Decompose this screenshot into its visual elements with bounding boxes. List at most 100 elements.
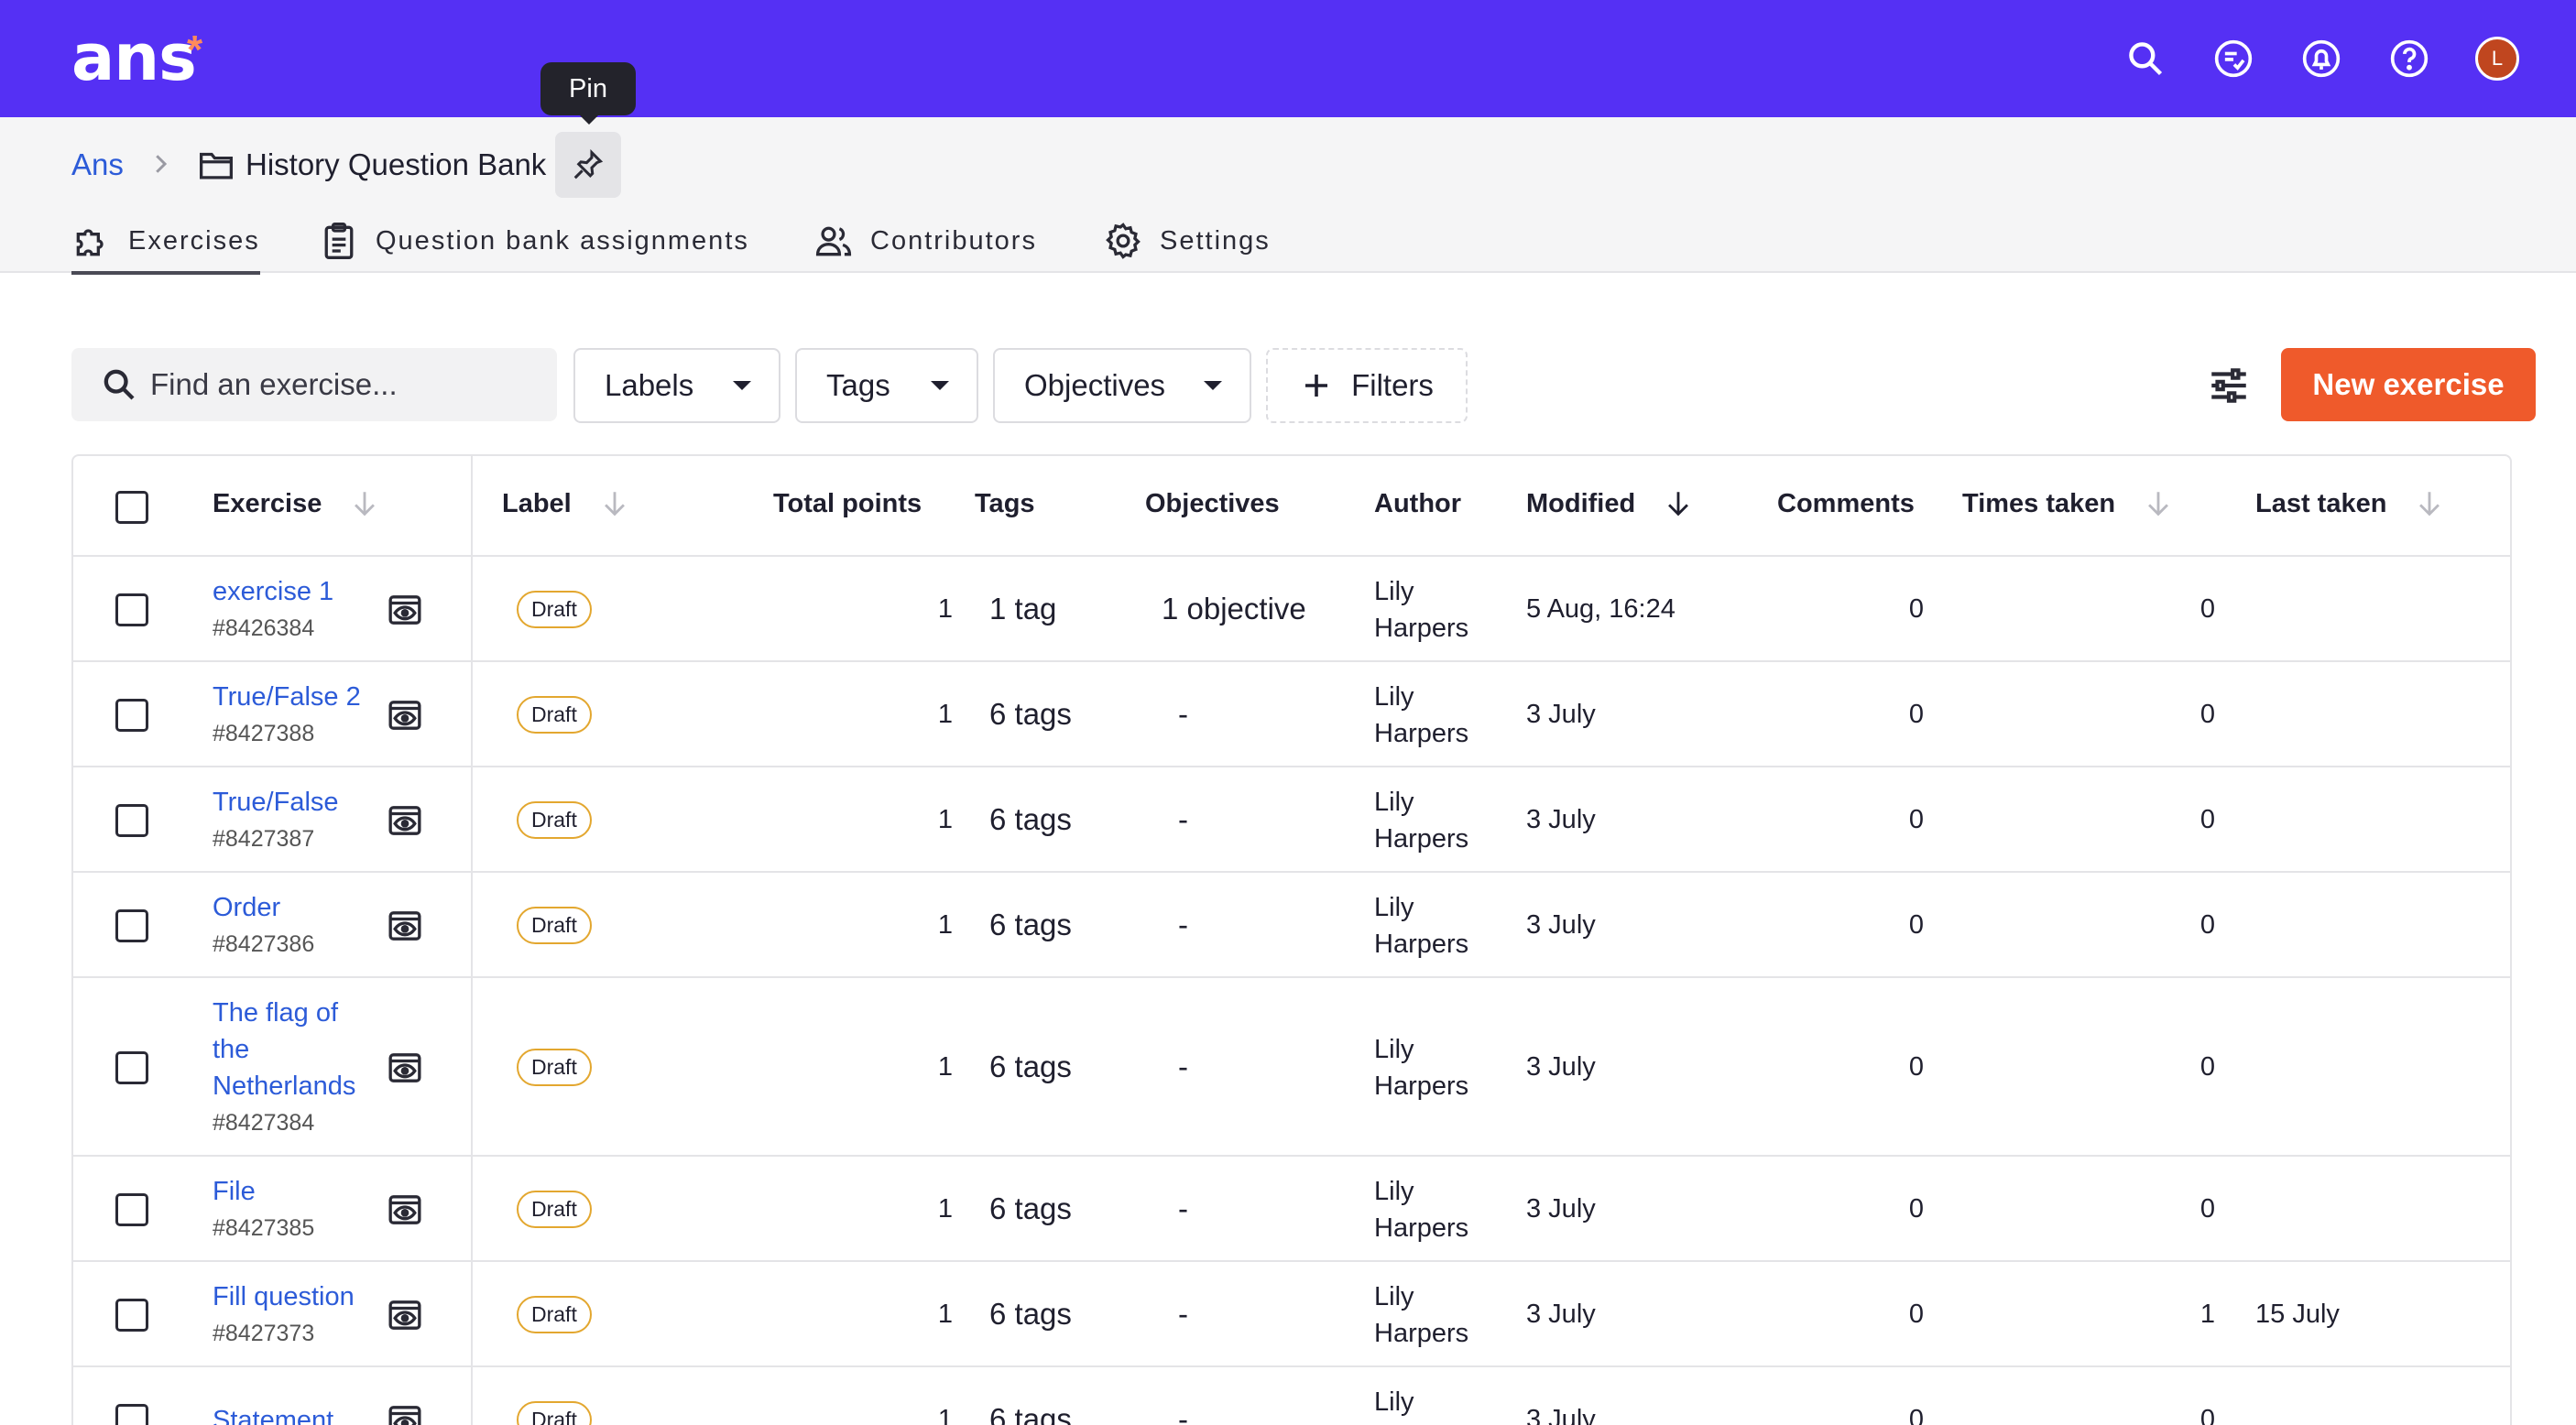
- preview-eye-icon[interactable]: [387, 1050, 423, 1086]
- author-cell: Lily Harpers: [1374, 889, 1468, 963]
- table-row[interactable]: The flag of the Netherlands #8427384 Draft 1 6…: [73, 976, 2510, 1155]
- row-checkbox[interactable]: [115, 1193, 148, 1226]
- row-checkbox[interactable]: [115, 593, 148, 626]
- row-checkbox[interactable]: [115, 1051, 148, 1084]
- sort-arrow-icon[interactable]: [2414, 485, 2445, 522]
- row-checkbox[interactable]: [115, 1404, 148, 1425]
- preview-eye-icon[interactable]: [387, 802, 423, 839]
- new-exercise-button[interactable]: New exercise: [2281, 348, 2536, 421]
- sort-arrow-icon[interactable]: [349, 485, 380, 522]
- author-last-name: Harpers: [1374, 824, 1469, 854]
- row-checkbox[interactable]: [115, 909, 148, 942]
- objectives-cell[interactable]: -: [1178, 697, 1188, 732]
- sort-arrow-icon[interactable]: [2143, 485, 2174, 522]
- exercise-title-line[interactable]: True/False 2: [213, 679, 361, 715]
- table-row[interactable]: File #8427385 Draft 1 6 tags - Lily Harpers 3 Ju…: [73, 1155, 2510, 1260]
- exercise-title-line[interactable]: File: [213, 1173, 314, 1210]
- help-icon[interactable]: [2384, 33, 2435, 84]
- exercise-title-line[interactable]: True/False: [213, 784, 339, 821]
- labels-dropdown[interactable]: Labels: [573, 348, 780, 423]
- exercise-search-box[interactable]: [71, 348, 557, 421]
- tags-count-cell[interactable]: 6 tags: [989, 1402, 1072, 1425]
- exercise-title-line[interactable]: exercise 1: [213, 573, 333, 610]
- objectives-dropdown[interactable]: Objectives: [993, 348, 1251, 423]
- author-first-name: Lily: [1374, 1035, 1414, 1064]
- table-row[interactable]: True/False 2 #8427388 Draft 1 6 tags - Lily Har…: [73, 660, 2510, 766]
- column-header-last-taken[interactable]: Last taken: [2255, 485, 2445, 522]
- tab-exercises[interactable]: Exercises: [71, 209, 260, 275]
- column-header-objectives[interactable]: Objectives: [1145, 489, 1280, 519]
- notifications-icon[interactable]: [2296, 33, 2347, 84]
- column-header-modified[interactable]: Modified: [1526, 485, 1694, 522]
- plus-icon: [1305, 375, 1328, 397]
- objectives-cell[interactable]: 1 objective: [1162, 592, 1306, 626]
- table-row[interactable]: exercise 1 #8426384 Draft 1 1 tag 1 objective…: [73, 555, 2510, 660]
- exercise-title-link[interactable]: Statement: [213, 1402, 333, 1425]
- preview-eye-icon[interactable]: [387, 592, 423, 628]
- table-row[interactable]: Order #8427386 Draft 1 6 tags - Lily Harpers 3 J…: [73, 871, 2510, 976]
- tags-count-cell[interactable]: 6 tags: [989, 908, 1072, 942]
- objectives-cell[interactable]: -: [1178, 802, 1188, 837]
- row-checkbox[interactable]: [115, 804, 148, 837]
- tasks-icon[interactable]: [2208, 33, 2259, 84]
- tags-count-cell[interactable]: 6 tags: [989, 1191, 1072, 1226]
- preview-eye-icon[interactable]: [387, 908, 423, 944]
- column-settings-icon[interactable]: [2206, 363, 2252, 408]
- exercise-title-link[interactable]: File #8427385: [213, 1173, 314, 1246]
- column-header-times-taken[interactable]: Times taken: [1962, 485, 2174, 522]
- column-header-exercise[interactable]: Exercise: [213, 485, 380, 522]
- exercise-title-link[interactable]: The flag of the Netherlands #8427384: [213, 995, 355, 1141]
- exercise-search-input[interactable]: [150, 367, 535, 402]
- tags-count-cell[interactable]: 6 tags: [989, 1050, 1072, 1084]
- table-row[interactable]: Statement Draft 1 6 tags - Lily 3 July 0 0: [73, 1365, 2510, 1425]
- exercise-title-link[interactable]: True/False 2 #8427388: [213, 679, 361, 752]
- preview-eye-icon[interactable]: [387, 697, 423, 734]
- tags-count-cell[interactable]: 1 tag: [989, 592, 1056, 626]
- table-row[interactable]: Fill question #8427373 Draft 1 6 tags - Lily Ha…: [73, 1260, 2510, 1365]
- exercise-id: #8427373: [213, 1321, 315, 1346]
- column-header-author[interactable]: Author: [1374, 489, 1461, 519]
- tab-settings[interactable]: Settings: [1103, 209, 1271, 273]
- exercise-title-link[interactable]: True/False #8427387: [213, 784, 339, 857]
- select-all-checkbox[interactable]: [115, 491, 148, 524]
- tab-contributors[interactable]: Contributors: [813, 209, 1037, 273]
- column-header-comments[interactable]: Comments: [1777, 489, 1915, 519]
- tags-count-cell[interactable]: 6 tags: [989, 697, 1072, 732]
- search-icon[interactable]: [2120, 33, 2171, 84]
- objectives-cell[interactable]: -: [1178, 908, 1188, 942]
- column-header-tags[interactable]: Tags: [975, 489, 1035, 519]
- objectives-cell[interactable]: -: [1178, 1402, 1188, 1425]
- objectives-cell[interactable]: -: [1178, 1297, 1188, 1332]
- exercise-title-line[interactable]: the: [213, 1031, 355, 1068]
- exercise-title-link[interactable]: Order #8427386: [213, 889, 314, 963]
- exercise-title-line[interactable]: Fill question: [213, 1278, 355, 1315]
- preview-eye-icon[interactable]: [387, 1191, 423, 1228]
- preview-eye-icon[interactable]: [387, 1297, 423, 1333]
- tags-count-cell[interactable]: 6 tags: [989, 802, 1072, 837]
- ans-logo[interactable]: ans: [71, 20, 197, 95]
- breadcrumb-root-link[interactable]: Ans: [71, 147, 124, 182]
- tags-dropdown[interactable]: Tags: [795, 348, 978, 423]
- exercise-title-line[interactable]: Netherlands: [213, 1068, 355, 1104]
- user-avatar[interactable]: L: [2475, 37, 2519, 81]
- row-checkbox[interactable]: [115, 699, 148, 732]
- column-header-total-points[interactable]: Total points: [773, 489, 922, 519]
- exercise-title-line[interactable]: The flag of: [213, 995, 355, 1031]
- exercise-title-link[interactable]: Fill question #8427373: [213, 1278, 355, 1352]
- exercise-title-link[interactable]: exercise 1 #8426384: [213, 573, 333, 647]
- row-checkbox[interactable]: [115, 1299, 148, 1332]
- exercise-title-line[interactable]: Statement: [213, 1402, 333, 1425]
- tags-count-cell[interactable]: 6 tags: [989, 1297, 1072, 1332]
- table-row[interactable]: True/False #8427387 Draft 1 6 tags - Lily Harpe…: [73, 766, 2510, 871]
- sort-arrow-active-icon[interactable]: [1663, 485, 1694, 522]
- column-header-label[interactable]: Label: [502, 485, 630, 522]
- preview-eye-icon[interactable]: [387, 1402, 423, 1425]
- objectives-cell[interactable]: -: [1178, 1191, 1188, 1226]
- pin-button[interactable]: [555, 132, 621, 198]
- sort-arrow-icon[interactable]: [599, 485, 630, 522]
- tab-question-bank-assignments[interactable]: Question bank assignments: [319, 209, 749, 273]
- exercise-title-line[interactable]: Order: [213, 889, 314, 926]
- objectives-cell[interactable]: -: [1178, 1050, 1188, 1084]
- add-filters-button[interactable]: Filters: [1266, 348, 1468, 423]
- author-cell: Lily Harpers: [1374, 573, 1468, 647]
